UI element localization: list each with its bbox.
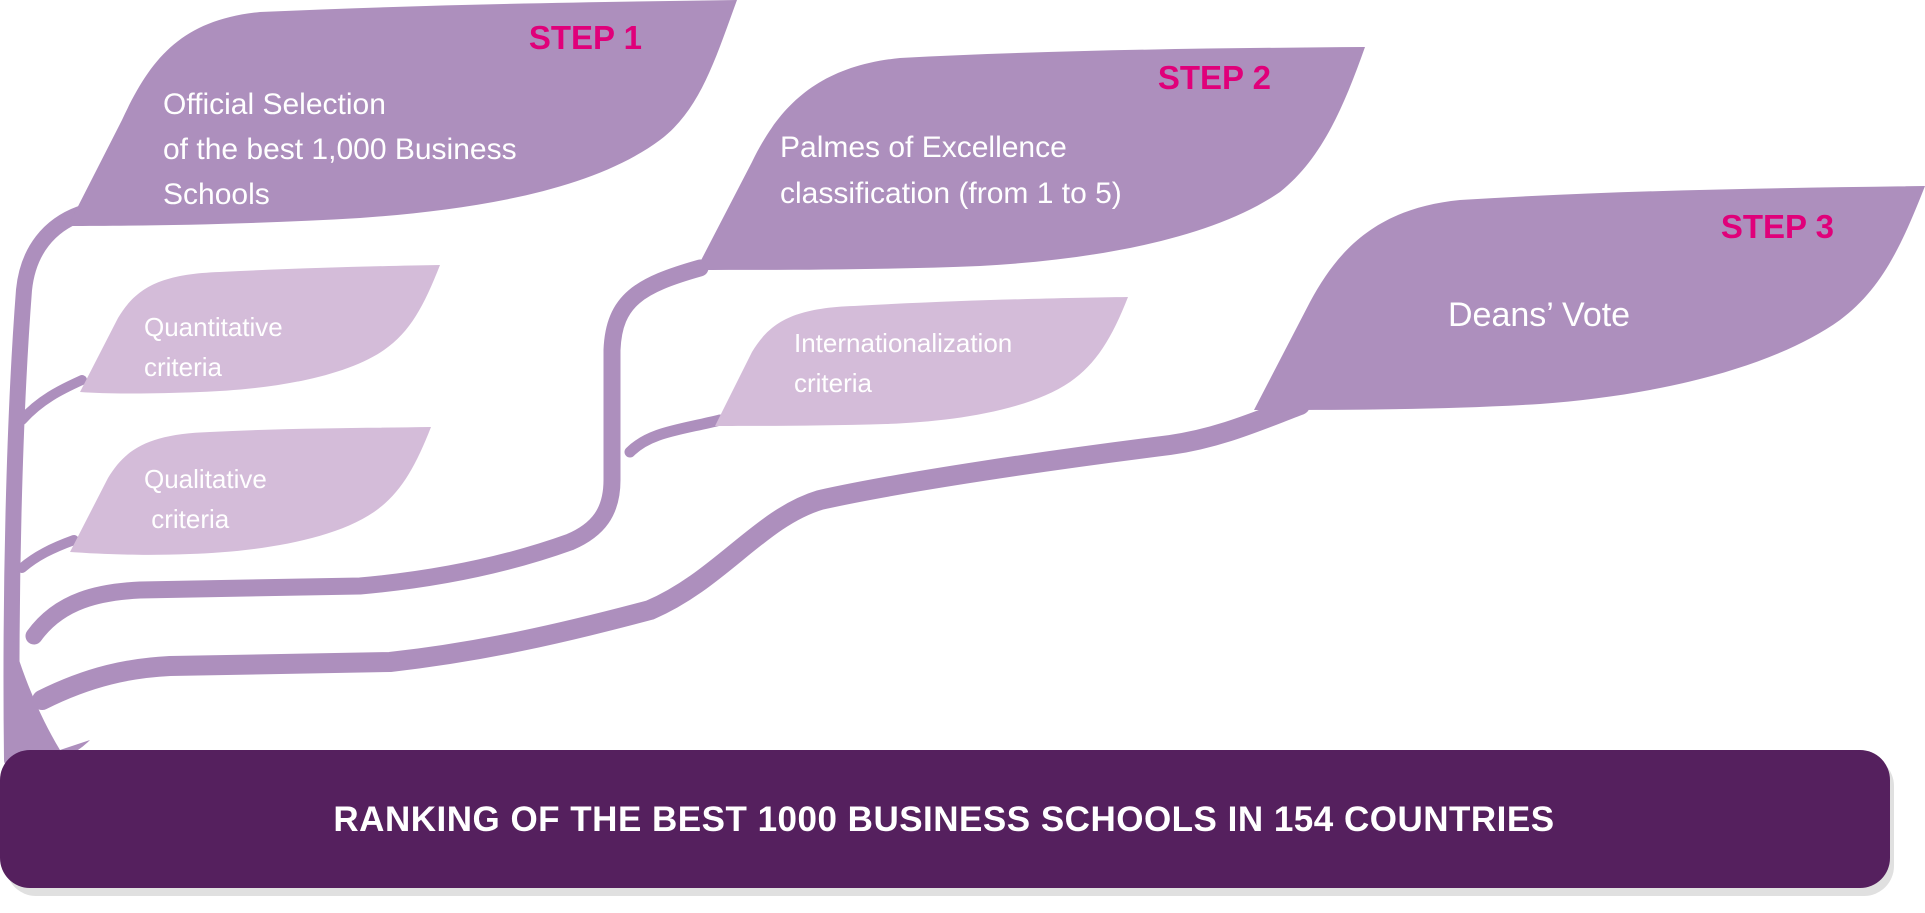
- criteria-line: Quantitative: [144, 312, 283, 342]
- footer-banner: RANKING OF THE BEST 1000 BUSINESS SCHOOL…: [0, 750, 1894, 896]
- internationalization-leaf: [715, 297, 1128, 426]
- step1-line: of the best 1,000 Business: [163, 133, 517, 166]
- criteria-line: criteria: [144, 352, 223, 382]
- footer-text: RANKING OF THE BEST 1000 BUSINESS SCHOOL…: [333, 800, 1554, 839]
- branch-quantitative: [17, 375, 87, 425]
- branch-qualitative: [17, 535, 79, 573]
- criteria-line: criteria: [794, 368, 873, 398]
- branch-internationalization: [624, 414, 726, 458]
- step1-line: Schools: [163, 178, 270, 211]
- step3-line: Deans’ Vote: [1448, 296, 1630, 334]
- criteria-line: Qualitative: [144, 464, 267, 494]
- step2-line: classification (from 1 to 5): [780, 177, 1122, 210]
- step3-description: Deans’ Vote: [1448, 296, 1630, 334]
- step2-line: Palmes of Excellence: [780, 131, 1067, 164]
- criteria-line: criteria: [144, 504, 230, 534]
- step1-line: Official Selection: [163, 88, 386, 121]
- criteria-line: Internationalization: [794, 328, 1012, 358]
- step2-label: STEP 2: [1158, 59, 1271, 96]
- step3-label: STEP 3: [1721, 208, 1834, 245]
- step1-label: STEP 1: [529, 19, 642, 56]
- ranking-process-diagram: STEP 1 STEP 2 STEP 3 Official Selection …: [0, 0, 1925, 896]
